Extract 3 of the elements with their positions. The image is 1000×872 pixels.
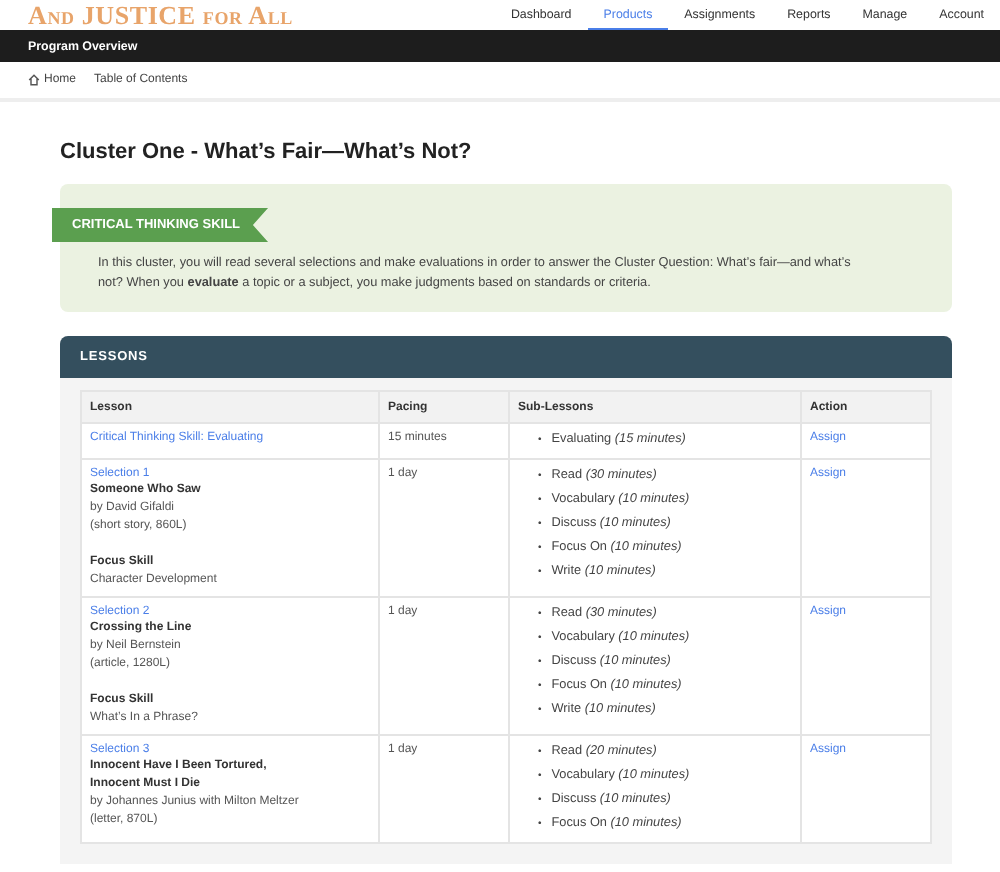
- logo-text: And JUSTICE for All: [28, 0, 293, 31]
- home-icon: [28, 74, 40, 86]
- page-title: Cluster One - What’s Fair—What’s Not?: [60, 140, 474, 164]
